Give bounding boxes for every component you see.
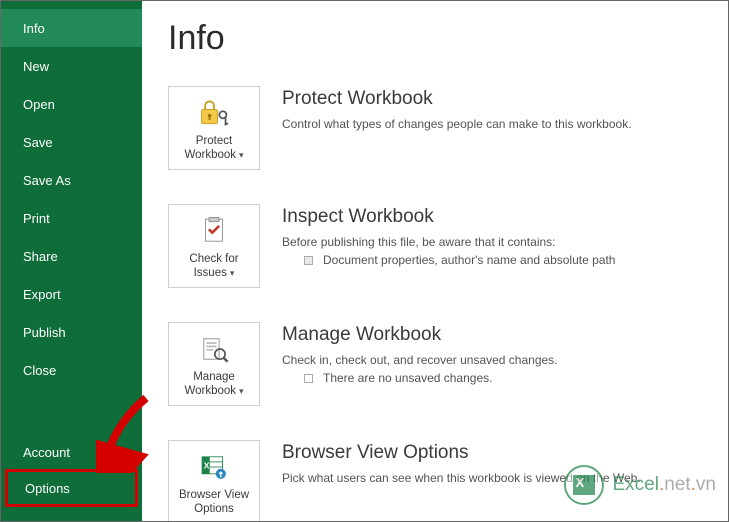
tile-label: Protect Workbook▾ (173, 134, 255, 163)
section-title: Protect Workbook (282, 88, 632, 110)
sidebar-item-close[interactable]: Close (1, 351, 142, 389)
sidebar-label: Publish (23, 325, 66, 340)
section-text: Inspect Workbook Before publishing this … (282, 204, 615, 267)
tile-browser-view-options[interactable]: X Browser View Options (168, 440, 260, 521)
watermark-logo-icon (564, 465, 604, 505)
sidebar-label: Open (23, 97, 55, 112)
tile-label-text: Protect Workbook (184, 135, 236, 161)
sidebar-item-info[interactable]: Info (1, 9, 142, 47)
tile-label: Manage Workbook▾ (173, 370, 255, 399)
sidebar-label: Save (23, 135, 53, 150)
sidebar-label: Close (23, 363, 56, 378)
wm-main: Excel (612, 474, 658, 495)
backstage-sidebar: Info New Open Save Save As Print Share E… (1, 1, 142, 521)
section-inspect: Check for Issues▾ Inspect Workbook Befor… (168, 204, 728, 288)
sidebar-item-new[interactable]: New (1, 47, 142, 85)
sidebar-label: Share (23, 249, 58, 264)
subline: There are no unsaved changes. (282, 371, 558, 385)
doc-outline-icon (304, 374, 313, 383)
tile-label: Browser View Options (173, 488, 255, 517)
section-title: Manage Workbook (282, 324, 558, 346)
section-desc: Control what types of changes people can… (282, 116, 632, 133)
sidebar-item-options[interactable]: Options (5, 469, 138, 507)
sidebar-label: Export (23, 287, 61, 302)
square-bullet-icon (304, 256, 313, 265)
lock-key-icon (196, 96, 232, 130)
sidebar-item-save-as[interactable]: Save As (1, 161, 142, 199)
subline-text: Document properties, author's name and a… (323, 253, 615, 267)
app-root: Info New Open Save Save As Print Share E… (1, 1, 728, 521)
tile-label-text: Browser View Options (179, 489, 249, 515)
chevron-down-icon: ▾ (230, 268, 235, 278)
sidebar-label: Account (23, 445, 70, 460)
tile-label-text: Manage Workbook (184, 371, 236, 397)
sidebar-label: Info (23, 21, 45, 36)
section-desc: Before publishing this file, be aware th… (282, 234, 615, 251)
section-text: Manage Workbook Check in, check out, and… (282, 322, 558, 385)
check-doc-icon (196, 214, 232, 248)
chevron-down-icon: ▾ (239, 386, 244, 396)
tile-label: Check for Issues▾ (173, 252, 255, 281)
sidebar-item-publish[interactable]: Publish (1, 313, 142, 351)
page-title: Info (168, 19, 728, 58)
subline: Document properties, author's name and a… (282, 253, 615, 267)
subline-text: There are no unsaved changes. (323, 371, 492, 385)
sidebar-item-export[interactable]: Export (1, 275, 142, 313)
wm-tld: vn (696, 474, 716, 495)
sidebar-label: New (23, 59, 49, 74)
sidebar-label: Options (25, 481, 70, 496)
sidebar-label: Save As (23, 173, 71, 188)
sidebar-item-print[interactable]: Print (1, 199, 142, 237)
tile-protect-workbook[interactable]: Protect Workbook▾ (168, 86, 260, 170)
section-desc: Check in, check out, and recover unsaved… (282, 352, 558, 369)
sidebar-item-account[interactable]: Account (1, 433, 142, 471)
tile-check-for-issues[interactable]: Check for Issues▾ (168, 204, 260, 288)
chevron-down-icon: ▾ (239, 150, 244, 160)
section-manage: Manage Workbook▾ Manage Workbook Check i… (168, 322, 728, 406)
sidebar-item-open[interactable]: Open (1, 85, 142, 123)
wm-net: net (664, 474, 690, 495)
section-text: Protect Workbook Control what types of c… (282, 86, 632, 133)
section-title: Inspect Workbook (282, 206, 615, 228)
sidebar-item-share[interactable]: Share (1, 237, 142, 275)
section-protect: Protect Workbook▾ Protect Workbook Contr… (168, 86, 728, 170)
tile-manage-workbook[interactable]: Manage Workbook▾ (168, 322, 260, 406)
sidebar-spacer (1, 389, 142, 433)
section-title: Browser View Options (282, 442, 641, 464)
watermark-text: Excel.net.vn (612, 474, 716, 496)
svg-text:X: X (204, 460, 210, 470)
watermark: Excel.net.vn (564, 465, 716, 505)
browser-view-icon: X (196, 450, 232, 484)
sidebar-bottom-pad (1, 507, 142, 521)
sidebar-label: Print (23, 211, 50, 226)
manage-doc-icon (196, 332, 232, 366)
sidebar-item-save[interactable]: Save (1, 123, 142, 161)
main-content: Info Protect Workbook▾ (142, 1, 728, 521)
